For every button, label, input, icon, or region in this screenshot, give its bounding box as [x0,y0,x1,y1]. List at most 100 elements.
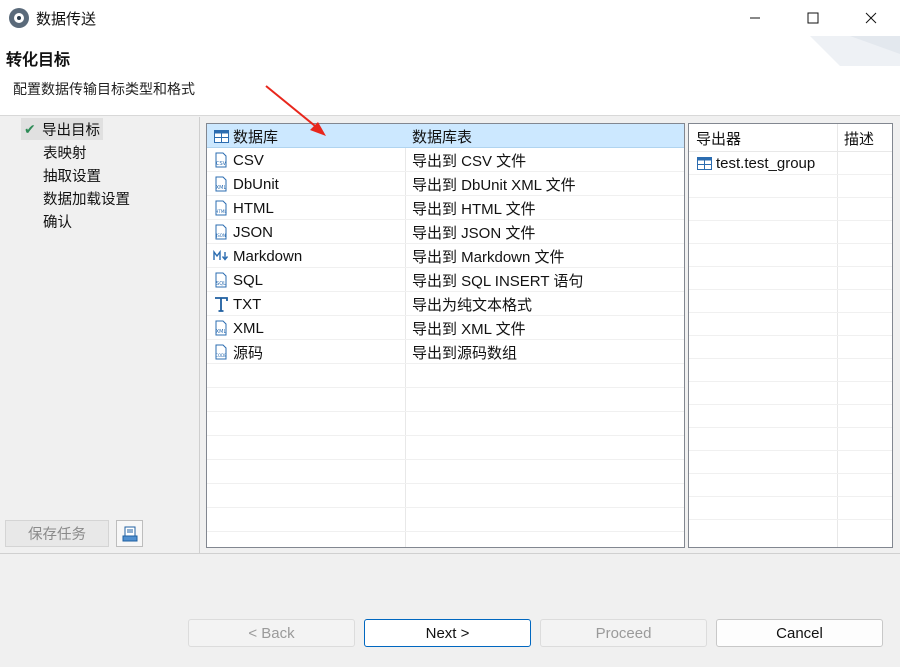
empty-row [689,244,892,267]
title-bar: 数据传送 [0,0,900,36]
header-decoration [810,36,900,66]
nav-item-label: 表映射 [43,145,87,162]
table-row[interactable]: HTML HTML 导出到 HTML 文件 [207,196,684,220]
format-desc: 导出为纯文本格式 [412,296,533,314]
empty-row [689,451,892,474]
maximize-button[interactable] [784,0,842,36]
save-task-button[interactable]: 保存任务 [5,520,109,547]
html-icon: HTML [212,200,230,216]
window-title: 数据传送 [36,10,97,28]
table-row[interactable]: CSV CSV 导出到 CSV 文件 [207,148,684,172]
empty-row [689,497,892,520]
format-desc: 导出到源码数组 [412,344,518,362]
page-description: 配置数据传输目标类型和格式 [13,81,195,97]
cancel-button[interactable]: Cancel [716,619,883,647]
empty-row [207,436,684,460]
close-button[interactable] [842,0,900,36]
svg-text:CODE: CODE [215,353,227,358]
format-name-cell: CODE 源码 [212,340,263,364]
wizard-header: 转化目标 配置数据传输目标类型和格式 [0,36,900,116]
json-icon: JSON [212,224,230,240]
nav-item-confirm[interactable]: 确认 [40,210,75,232]
page-title: 转化目标 [6,52,71,69]
xml-icon: XML [212,320,230,336]
code-icon: CODE [212,344,230,360]
table-row[interactable]: JSON JSON 导出到 JSON 文件 [207,220,684,244]
format-name: CSV [233,151,264,169]
minimize-icon [750,17,760,19]
table-row[interactable]: test.test_group [689,152,892,175]
empty-row [689,290,892,313]
maximize-icon [807,12,819,24]
empty-row [689,313,892,336]
empty-row [689,336,892,359]
format-name: SQL [233,271,264,289]
format-name: HTML [233,199,274,217]
empty-row [207,412,684,436]
empty-row [689,175,892,198]
nav-item-load-settings[interactable]: 数据加载设置 [40,187,133,209]
empty-row [207,388,684,412]
table-row[interactable]: XML DbUnit 导出到 DbUnit XML 文件 [207,172,684,196]
nav-item-export-target[interactable]: ✔ 导出目标 [21,118,103,140]
txt-icon [212,296,230,312]
format-name: Markdown [233,247,303,265]
table-row[interactable]: SQL SQL 导出到 SQL INSERT 语句 [207,268,684,292]
window-controls [726,0,900,36]
svg-text:XML: XML [216,329,227,335]
empty-row [207,484,684,508]
table-row[interactable]: Markdown 导出到 Markdown 文件 [207,244,684,268]
next-button[interactable]: Next > [364,619,531,647]
nav-item-label: 确认 [43,214,72,231]
format-name: TXT [233,295,262,313]
format-name-cell: 数据库 [212,124,278,148]
format-name-cell: HTML HTML [212,196,274,220]
empty-row [689,267,892,290]
empty-row [689,405,892,428]
app-icon [9,8,29,28]
svg-text:SQL: SQL [216,281,226,287]
nav-item-label: 数据加载设置 [43,191,130,208]
format-name-cell: CSV CSV [212,148,264,172]
empty-row [689,428,892,451]
table-row-selected[interactable]: 数据库 数据库表 [207,124,684,148]
sql-icon: SQL [212,272,230,288]
csv-icon: CSV [212,152,230,168]
svg-text:HTML: HTML [215,209,227,214]
proceed-button[interactable]: Proceed [540,619,707,647]
table-row[interactable]: TXT 导出为纯文本格式 [207,292,684,316]
format-name-cell: TXT [212,292,261,316]
save-task-icon-button[interactable] [116,520,143,547]
wizard-nav: ✔ 导出目标 表映射 抽取设置 数据加载设置 确认 保存任务 [0,117,200,554]
exporter-name-cell: test.test_group [695,152,815,175]
exporter-table-header: 导出器 描述 [689,124,892,152]
table-row[interactable]: CODE 源码 导出到源码数组 [207,340,684,364]
empty-row [689,198,892,221]
nav-item-table-mapping[interactable]: 表映射 [40,141,90,163]
column-header-description[interactable]: 描述 [844,124,874,152]
format-name-cell: Markdown [212,244,302,268]
format-name: JSON [233,223,274,241]
format-desc: 导出到 SQL INSERT 语句 [412,272,584,290]
save-task-icon [122,526,137,541]
nav-item-label: 导出目标 [42,122,100,139]
format-desc: 导出到 Markdown 文件 [412,248,565,266]
format-desc: 导出到 HTML 文件 [412,200,536,218]
table-icon [212,128,230,144]
table-row[interactable]: XML XML 导出到 XML 文件 [207,316,684,340]
nav-item-label: 抽取设置 [43,168,101,185]
empty-row [207,460,684,484]
export-format-table: 数据库 数据库表 CSV CSV 导出到 CSV 文件 XML DbUnit 导… [206,123,685,548]
format-desc: 导出到 XML 文件 [412,320,526,338]
svg-text:JSON: JSON [215,233,226,238]
nav-item-extract-settings[interactable]: 抽取设置 [40,164,104,186]
empty-row [689,382,892,405]
empty-row [689,359,892,382]
checkmark-icon: ✔ [24,120,36,137]
minimize-button[interactable] [726,0,784,36]
empty-row [207,508,684,532]
exporter-table: 导出器 描述 test.test_group [688,123,893,548]
close-icon [865,12,877,24]
back-button[interactable]: < Back [188,619,355,647]
column-header-exporter[interactable]: 导出器 [696,124,741,152]
